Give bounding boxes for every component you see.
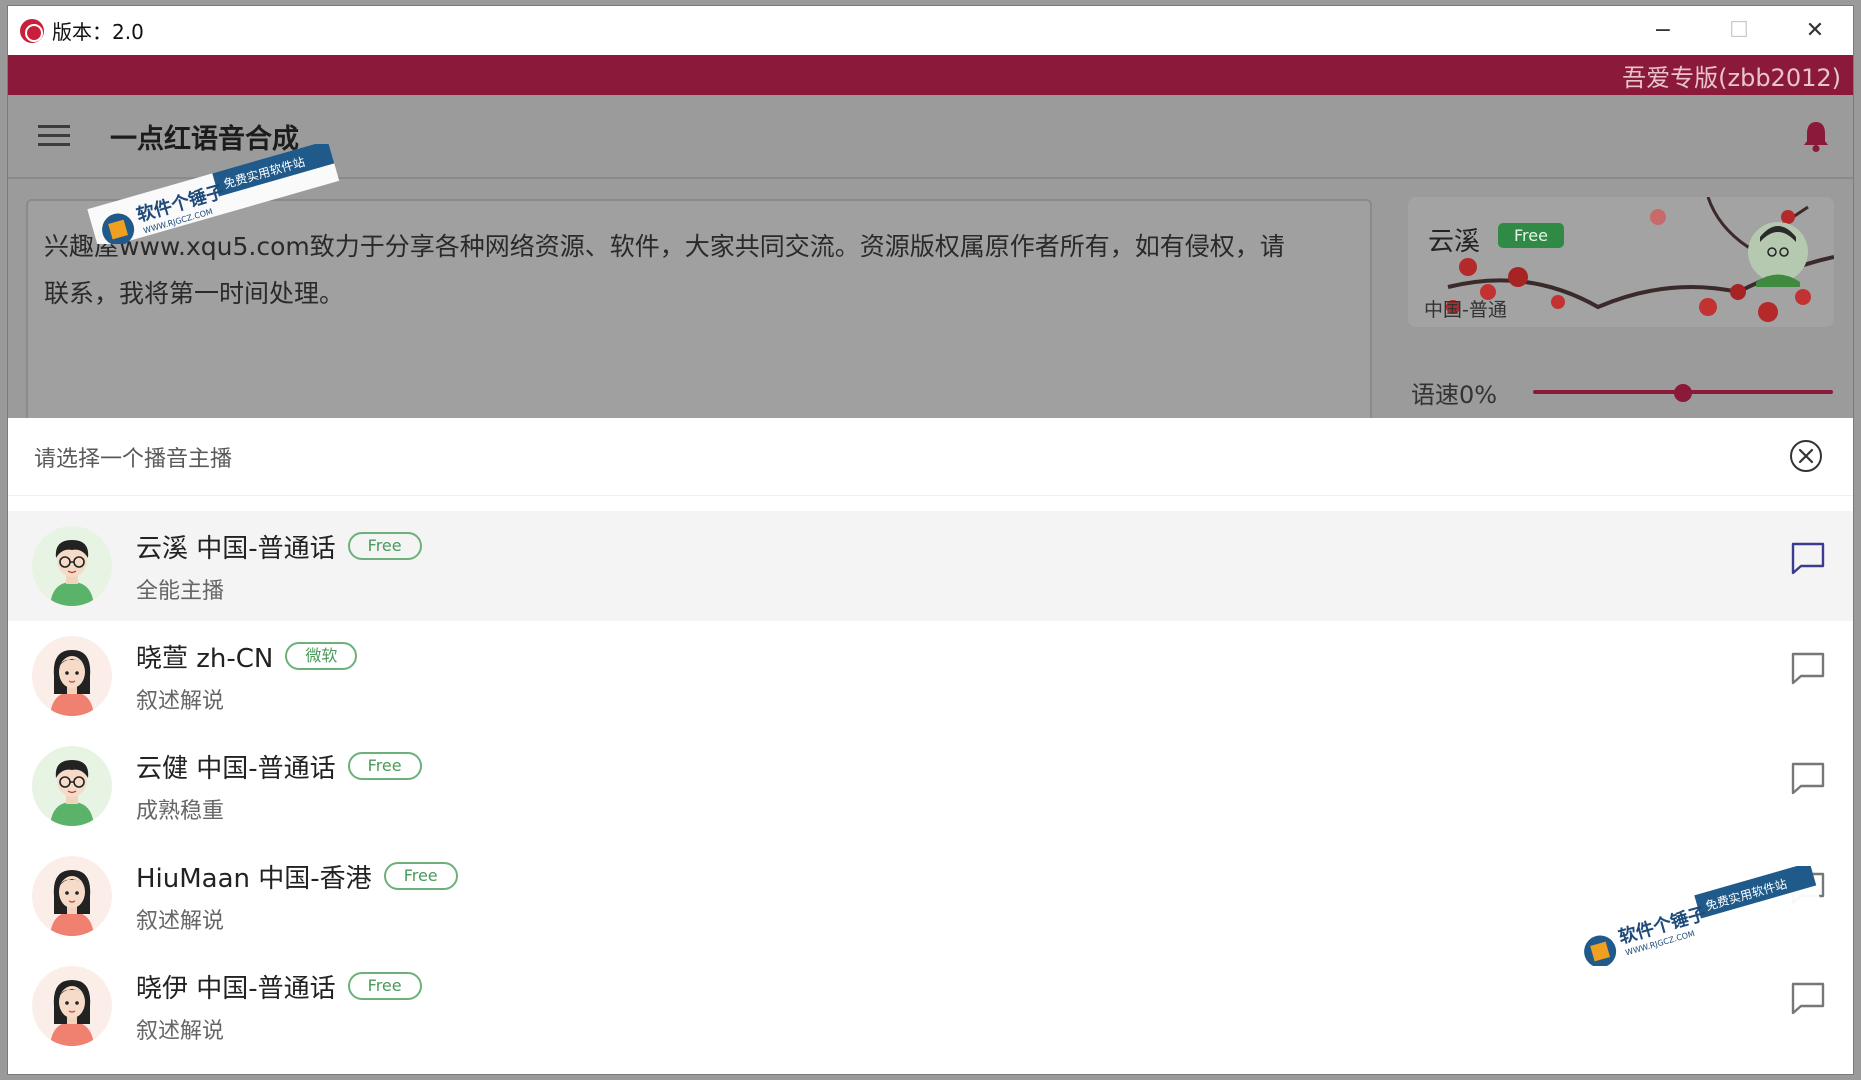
current-voice-name: 云溪 — [1428, 227, 1481, 257]
avatar — [32, 636, 112, 716]
slider-thumb[interactable] — [1674, 384, 1692, 402]
voice-name: 晓萱 zh-CN — [136, 643, 274, 674]
window-controls: − ☐ ✕ — [1625, 6, 1853, 55]
speed-slider[interactable] — [1533, 384, 1833, 402]
watermark-logo-bottom: 软件个锤子 免费实用软件站 WWW.RJGCZ.COM — [1569, 866, 1822, 966]
close-circle-icon[interactable] — [1789, 439, 1823, 473]
bell-icon[interactable] — [1801, 119, 1831, 153]
speed-label: 语速0% — [1411, 381, 1498, 409]
maximize-button[interactable]: ☐ — [1701, 6, 1777, 55]
voice-description: 叙述解说 — [136, 1018, 225, 1044]
voice-tag-badge: Free — [383, 862, 458, 890]
chat-bubble-icon[interactable] — [1789, 539, 1827, 577]
voice-tag-badge: Free — [347, 532, 422, 560]
voice-list-item[interactable]: 云溪 中国-普通话 Free 全能主播 — [8, 511, 1853, 621]
voice-description: 成熟稳重 — [136, 798, 225, 824]
voice-list-item[interactable]: 晓萱 zh-CN 微软叙述解说 — [8, 621, 1853, 731]
minimize-button[interactable]: − — [1625, 6, 1701, 55]
voice-list-item[interactable]: 云健 中国-普通话 Free 成熟稳重 — [8, 731, 1853, 841]
avatar — [32, 966, 112, 1046]
app-logo-icon — [20, 18, 44, 43]
voice-description: 叙述解说 — [136, 688, 225, 714]
chat-bubble-icon[interactable] — [1789, 759, 1827, 797]
voice-info: 云溪 中国-普通话 Free 全能主播 — [136, 528, 422, 605]
current-voice-locale: 中国-普通 — [1424, 299, 1507, 321]
window-title: 版本：2.0 — [52, 20, 144, 44]
watermark-logo-top: 软件个锤子 免费实用软件站 WWW.RJGCZ.COM — [87, 144, 340, 244]
avatar — [32, 746, 112, 826]
voice-info: 晓萱 zh-CN 微软叙述解说 — [136, 638, 358, 715]
voice-description: 叙述解说 — [136, 908, 225, 934]
voice-tag-badge: Free — [347, 972, 422, 1000]
sheet-header: 请选择一个播音主播 — [8, 418, 1853, 496]
title-bar: 版本：2.0 − ☐ ✕ — [8, 6, 1853, 55]
voice-name: 云健 中国-普通话 — [136, 753, 336, 784]
voice-name: 云溪 中国-普通话 — [136, 533, 336, 564]
voice-tag-badge: Free — [347, 752, 422, 780]
voice-info: HiuMaan 中国-香港 Free 叙述解说 — [136, 858, 458, 935]
sheet-title: 请选择一个播音主播 — [34, 446, 233, 472]
voice-tag-badge: 微软 — [285, 642, 358, 670]
voice-info: 晓伊 中国-普通话 Free 叙述解说 — [136, 968, 422, 1045]
voice-picker-sheet: 请选择一个播音主播 云溪 中国-普通话 Free 全能主播晓萱 zh-CN 微软叙述解… — [8, 418, 1853, 1074]
hamburger-icon[interactable] — [38, 125, 70, 147]
avatar — [32, 856, 112, 936]
edition-label: 吾爱专版(zbb2012) — [1622, 63, 1841, 92]
voice-name: 晓伊 中国-普通话 — [136, 973, 336, 1004]
app-window: 版本：2.0 − ☐ ✕ 吾爱专版(zbb2012) 一点红语音合成 兴趣屋ww… — [8, 6, 1853, 1074]
voice-list-item[interactable]: 晓伊 中国-普通话 Free 叙述解说 — [8, 951, 1853, 1061]
edition-banner: 吾爱专版(zbb2012) — [8, 55, 1853, 95]
chat-bubble-icon[interactable] — [1789, 649, 1827, 687]
voice-description: 全能主播 — [136, 578, 225, 604]
chat-bubble-icon[interactable] — [1789, 979, 1827, 1017]
close-window-button[interactable]: ✕ — [1777, 6, 1853, 55]
current-voice-badge: Free — [1498, 223, 1564, 248]
editor-line-2: 联系，我将第一时间处理。 — [44, 279, 345, 308]
voice-info: 云健 中国-普通话 Free 成熟稳重 — [136, 748, 422, 825]
current-voice-card[interactable]: 云溪 Free 中国-普通 — [1408, 197, 1834, 327]
avatar — [32, 526, 112, 606]
voice-name: HiuMaan 中国-香港 — [136, 863, 372, 894]
voice-list: 云溪 中国-普通话 Free 全能主播 晓萱 zh-CN 微软 叙述解说 云健 中国-普通话… — [8, 511, 1853, 1061]
